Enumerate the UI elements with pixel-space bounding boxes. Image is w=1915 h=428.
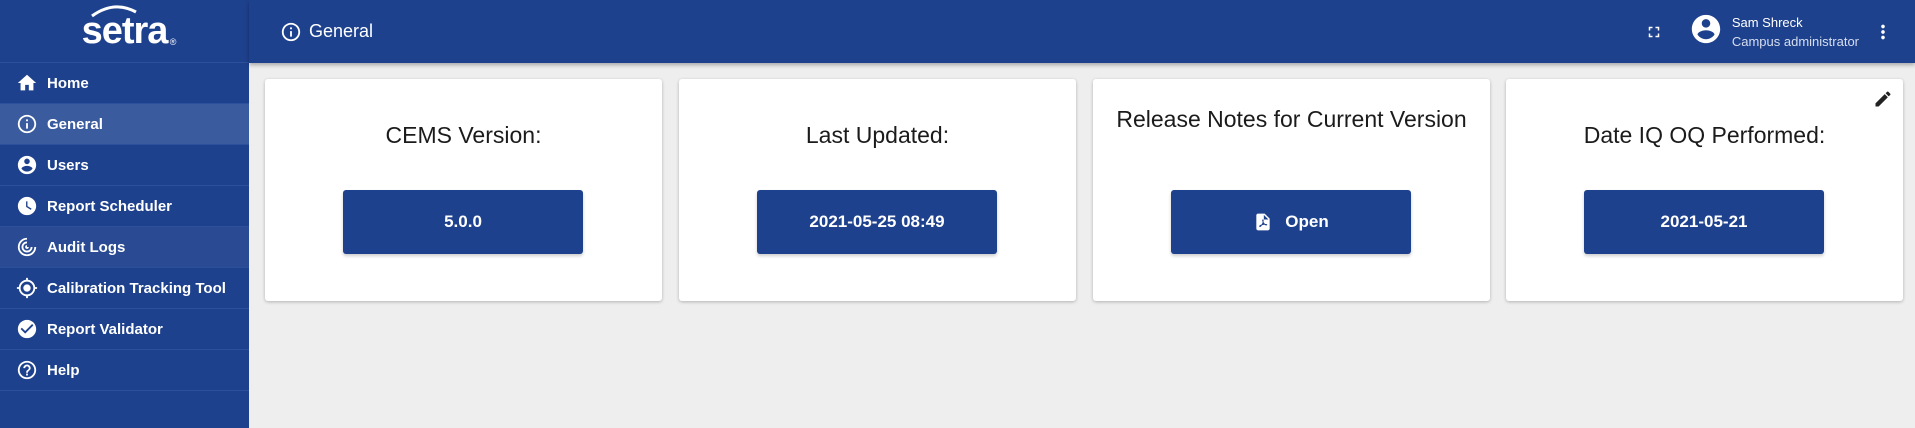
sidebar-item-report-scheduler[interactable]: Report Scheduler <box>0 186 249 227</box>
setra-logo[interactable]: setra ® <box>0 0 249 63</box>
check-circle-icon <box>16 318 38 340</box>
sidebar-item-report-validator[interactable]: Report Validator <box>0 309 249 350</box>
info-icon <box>16 113 38 135</box>
sidebar-item-calibration-tracking-tool[interactable]: Calibration Tracking Tool <box>0 268 249 309</box>
user-role: Campus administrator <box>1731 33 1859 49</box>
sidebar-item-general[interactable]: General <box>0 104 249 145</box>
user-area: Sam Shreck Campus administrator <box>1643 12 1915 51</box>
user-info: Sam Shreck Campus administrator <box>1732 13 1859 51</box>
release-notes-card: Release Notes for Current Version Open <box>1093 79 1490 301</box>
button-label: 2021-05-21 <box>1660 212 1748 231</box>
page-title: General <box>280 21 373 43</box>
open-release-notes-button[interactable]: Open <box>1171 190 1411 254</box>
card-title: Last Updated: <box>805 122 950 148</box>
more-vert-icon <box>1881 24 1885 39</box>
last-updated-card: Last Updated: 2021-05-25 08:49 <box>679 79 1076 301</box>
pdf-icon <box>1256 213 1270 231</box>
sidebar-item-label: General <box>47 115 103 133</box>
sidebar-item-label: Calibration Tracking Tool <box>47 279 226 297</box>
sidebar: setra ® Home General Users Report Schedul… <box>0 0 249 428</box>
sidebar-item-label: Help <box>47 361 80 379</box>
help-icon <box>16 359 38 381</box>
audit-icon <box>16 236 38 258</box>
crosshair-icon <box>16 277 38 299</box>
avatar[interactable] <box>1689 12 1723 51</box>
more-options-button[interactable] <box>1871 20 1895 44</box>
registered-mark: ® <box>169 36 177 47</box>
sidebar-item-audit-logs[interactable]: Audit Logs <box>0 227 249 268</box>
clock-icon <box>16 195 38 217</box>
fullscreen-icon <box>1648 26 1660 37</box>
fullscreen-button[interactable] <box>1643 21 1665 43</box>
header-bar: General Sam Shreck Campus administrator <box>249 0 1915 63</box>
card-title: Date IQ OQ Performed: <box>1583 122 1826 148</box>
last-updated-button[interactable]: 2021-05-25 08:49 <box>757 190 997 254</box>
card-title: Release Notes for Current Version <box>1116 106 1467 132</box>
sidebar-item-label: Users <box>47 156 89 174</box>
button-label: Open <box>1285 212 1329 231</box>
sidebar-item-label: Report Validator <box>47 320 163 338</box>
date-iq-oq-button[interactable]: 2021-05-21 <box>1584 190 1824 254</box>
sidebar-item-users[interactable]: Users <box>0 145 249 186</box>
cems-version-card: CEMS Version: 5.0.0 <box>265 79 662 301</box>
page-title-text: General <box>309 21 374 41</box>
user-name: Sam Shreck <box>1731 14 1803 30</box>
edit-icon <box>1875 91 1891 107</box>
sidebar-item-help[interactable]: Help <box>0 350 249 391</box>
cems-version-button[interactable]: 5.0.0 <box>343 190 583 254</box>
logo-swoosh-icon <box>90 4 137 17</box>
sidebar-item-home[interactable]: Home <box>0 63 249 104</box>
sidebar-item-label: Home <box>47 74 89 92</box>
button-label: 5.0.0 <box>444 212 482 231</box>
info-icon <box>281 22 301 41</box>
account-circle-icon <box>1691 14 1721 44</box>
date-iq-oq-card: Date IQ OQ Performed: 2021-05-21 <box>1506 79 1903 301</box>
edit-button[interactable] <box>1871 87 1895 111</box>
home-icon <box>16 72 38 94</box>
user-circle-icon <box>16 154 38 176</box>
card-title: CEMS Version: <box>385 122 542 148</box>
sidebar-item-label: Audit Logs <box>47 238 126 256</box>
button-label: 2021-05-25 08:49 <box>809 212 945 231</box>
sidebar-item-label: Report Scheduler <box>47 197 173 215</box>
